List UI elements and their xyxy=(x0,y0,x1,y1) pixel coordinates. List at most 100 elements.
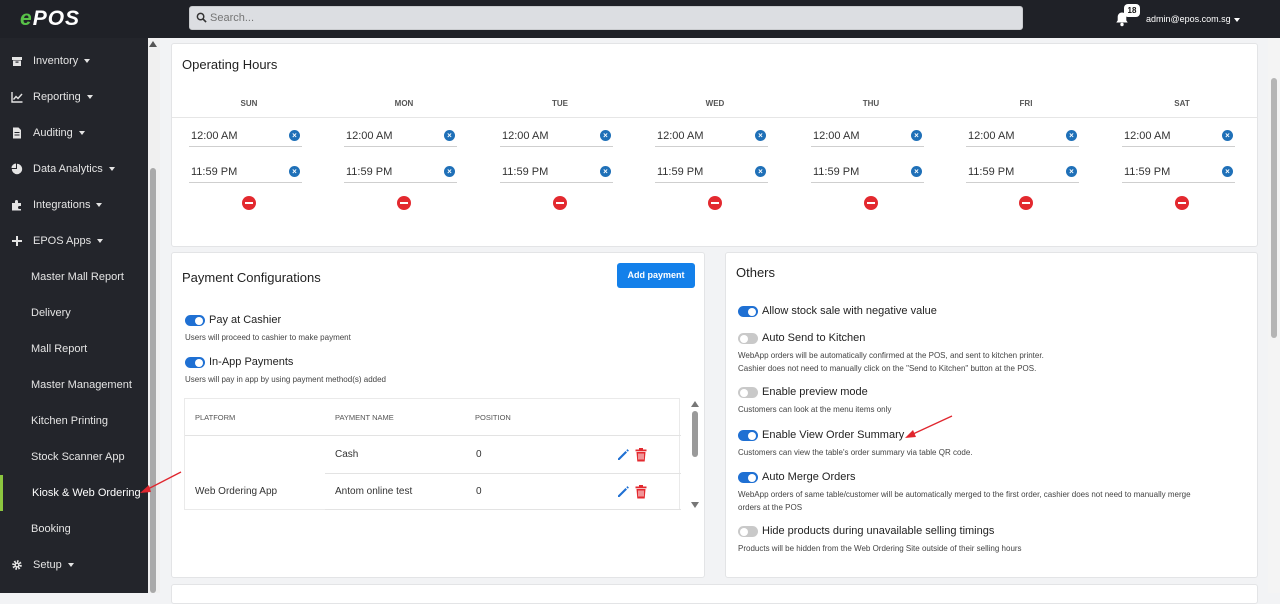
clear-icon[interactable]: × xyxy=(444,130,455,141)
open-time-input[interactable]: 12:00 AM × xyxy=(811,125,924,147)
sidebar-item-epos-apps[interactable]: EPOS Apps xyxy=(0,223,148,259)
delete-icon[interactable] xyxy=(635,448,647,462)
close-time-input[interactable]: 11:59 PM × xyxy=(966,161,1079,183)
divider xyxy=(325,473,681,474)
open-time-input[interactable]: 12:00 AM × xyxy=(655,125,768,147)
chevron-down-icon xyxy=(96,203,103,208)
clear-icon[interactable]: × xyxy=(600,130,611,141)
divider xyxy=(325,509,681,510)
clear-icon[interactable]: × xyxy=(289,166,300,177)
sidebar-item-kitchen-printing[interactable]: Kitchen Printing xyxy=(0,403,148,439)
page-scrollbar[interactable] xyxy=(1268,38,1280,593)
remove-hours-icon[interactable] xyxy=(1019,196,1033,210)
remove-hours-icon[interactable] xyxy=(553,196,567,210)
payment-configurations-card: Payment Configurations Add payment Pay a… xyxy=(171,252,705,578)
clear-icon[interactable]: × xyxy=(600,166,611,177)
scroll-down-icon[interactable] xyxy=(691,502,699,508)
sidebar-item-setup[interactable]: Setup xyxy=(0,547,148,583)
close-time-input[interactable]: 11:59 PM × xyxy=(811,161,924,183)
top-bar: ePOS 18 admin@epos.com.sg xyxy=(0,0,1280,38)
remove-hours-icon[interactable] xyxy=(242,196,256,210)
sidebar-item-label: EPOS Apps xyxy=(33,235,92,247)
sidebar-scrollbar[interactable] xyxy=(148,38,160,593)
clear-icon[interactable]: × xyxy=(755,130,766,141)
column-header-position: POSITION xyxy=(475,413,511,422)
sidebar-item-master-management[interactable]: Master Management xyxy=(0,367,148,403)
puzzle-icon xyxy=(12,200,21,211)
clear-icon[interactable]: × xyxy=(444,166,455,177)
clear-icon[interactable]: × xyxy=(1222,166,1233,177)
clear-icon[interactable]: × xyxy=(1066,130,1077,141)
search-bar[interactable] xyxy=(189,6,1023,30)
option-description: Customers can look at the menu items onl… xyxy=(738,405,892,414)
sidebar-item-integrations[interactable]: Integrations xyxy=(0,187,148,223)
sidebar-item-auditing[interactable]: Auditing xyxy=(0,115,148,151)
clear-icon[interactable]: × xyxy=(755,166,766,177)
day-header-tue: TUE xyxy=(552,99,568,108)
sidebar-item-kiosk-web-ordering[interactable]: Kiosk & Web Ordering xyxy=(0,475,148,511)
add-payment-button[interactable]: Add payment xyxy=(617,263,695,288)
close-time-input[interactable]: 11:59 PM × xyxy=(1122,161,1235,183)
clear-icon[interactable]: × xyxy=(1222,130,1233,141)
remove-hours-icon[interactable] xyxy=(708,196,722,210)
scrollbar-thumb[interactable] xyxy=(692,411,698,457)
scrollbar-thumb[interactable] xyxy=(1271,78,1277,338)
close-time-input[interactable]: 11:59 PM × xyxy=(344,161,457,183)
option-toggle[interactable] xyxy=(738,526,758,537)
edit-icon[interactable] xyxy=(616,448,630,462)
clear-icon[interactable]: × xyxy=(911,166,922,177)
search-input[interactable] xyxy=(210,9,1010,27)
option-toggle[interactable] xyxy=(738,333,758,344)
open-time-value: 12:00 AM xyxy=(813,130,860,142)
day-header-mon: MON xyxy=(394,99,414,108)
scroll-up-icon[interactable] xyxy=(691,401,699,407)
remove-hours-icon[interactable] xyxy=(397,196,411,210)
option-toggle[interactable] xyxy=(738,387,758,398)
option-toggle[interactable] xyxy=(738,430,758,441)
sidebar-item-label: Data Analytics xyxy=(33,163,103,175)
sidebar-item-reporting[interactable]: Reporting xyxy=(0,79,148,115)
in-app-payments-toggle[interactable] xyxy=(185,357,205,368)
delete-icon[interactable] xyxy=(635,485,647,499)
clear-icon[interactable]: × xyxy=(289,130,300,141)
option-toggle[interactable] xyxy=(738,306,758,317)
table-scrollbar[interactable] xyxy=(690,398,700,510)
sidebar-item-data-analytics[interactable]: Data Analytics xyxy=(0,151,148,187)
pay-at-cashier-toggle[interactable] xyxy=(185,315,205,326)
user-menu[interactable]: admin@epos.com.sg xyxy=(1146,14,1240,24)
close-time-input[interactable]: 11:59 PM × xyxy=(189,161,302,183)
chevron-down-icon xyxy=(67,563,74,568)
clear-icon[interactable]: × xyxy=(1066,166,1077,177)
close-time-input[interactable]: 11:59 PM × xyxy=(655,161,768,183)
open-time-input[interactable]: 12:00 AM × xyxy=(189,125,302,147)
edit-icon[interactable] xyxy=(616,485,630,499)
chevron-down-icon xyxy=(97,239,104,244)
open-time-input[interactable]: 12:00 AM × xyxy=(500,125,613,147)
sidebar-item-booking[interactable]: Booking xyxy=(0,511,148,547)
inventory-icon xyxy=(12,57,22,66)
close-time-value: 11:59 PM xyxy=(968,166,1015,178)
search-icon xyxy=(196,12,207,23)
open-time-input[interactable]: 12:00 AM × xyxy=(344,125,457,147)
epos-logo[interactable]: ePOS xyxy=(20,7,100,31)
sidebar-item-master-mall-report[interactable]: Master Mall Report xyxy=(0,259,148,295)
position-cell: 0 xyxy=(476,486,482,497)
scroll-up-icon[interactable] xyxy=(149,41,157,47)
open-time-value: 12:00 AM xyxy=(657,130,704,142)
chevron-down-icon xyxy=(78,131,85,136)
sidebar-item-inventory[interactable]: Inventory xyxy=(0,43,148,79)
remove-hours-icon[interactable] xyxy=(864,196,878,210)
pay-at-cashier-label: Pay at Cashier xyxy=(209,314,282,326)
sidebar-item-mall-report[interactable]: Mall Report xyxy=(0,331,148,367)
scrollbar-thumb[interactable] xyxy=(150,168,156,593)
option-toggle[interactable] xyxy=(738,472,758,483)
remove-hours-icon[interactable] xyxy=(1175,196,1189,210)
sidebar-item-label: Integrations xyxy=(33,199,91,211)
clear-icon[interactable]: × xyxy=(911,130,922,141)
close-time-input[interactable]: 11:59 PM × xyxy=(500,161,613,183)
open-time-input[interactable]: 12:00 AM × xyxy=(966,125,1079,147)
open-time-input[interactable]: 12:00 AM × xyxy=(1122,125,1235,147)
option-label: Auto Merge Orders xyxy=(762,471,856,483)
sidebar-item-delivery[interactable]: Delivery xyxy=(0,295,148,331)
sidebar-item-stock-scanner-app[interactable]: Stock Scanner App xyxy=(0,439,148,475)
